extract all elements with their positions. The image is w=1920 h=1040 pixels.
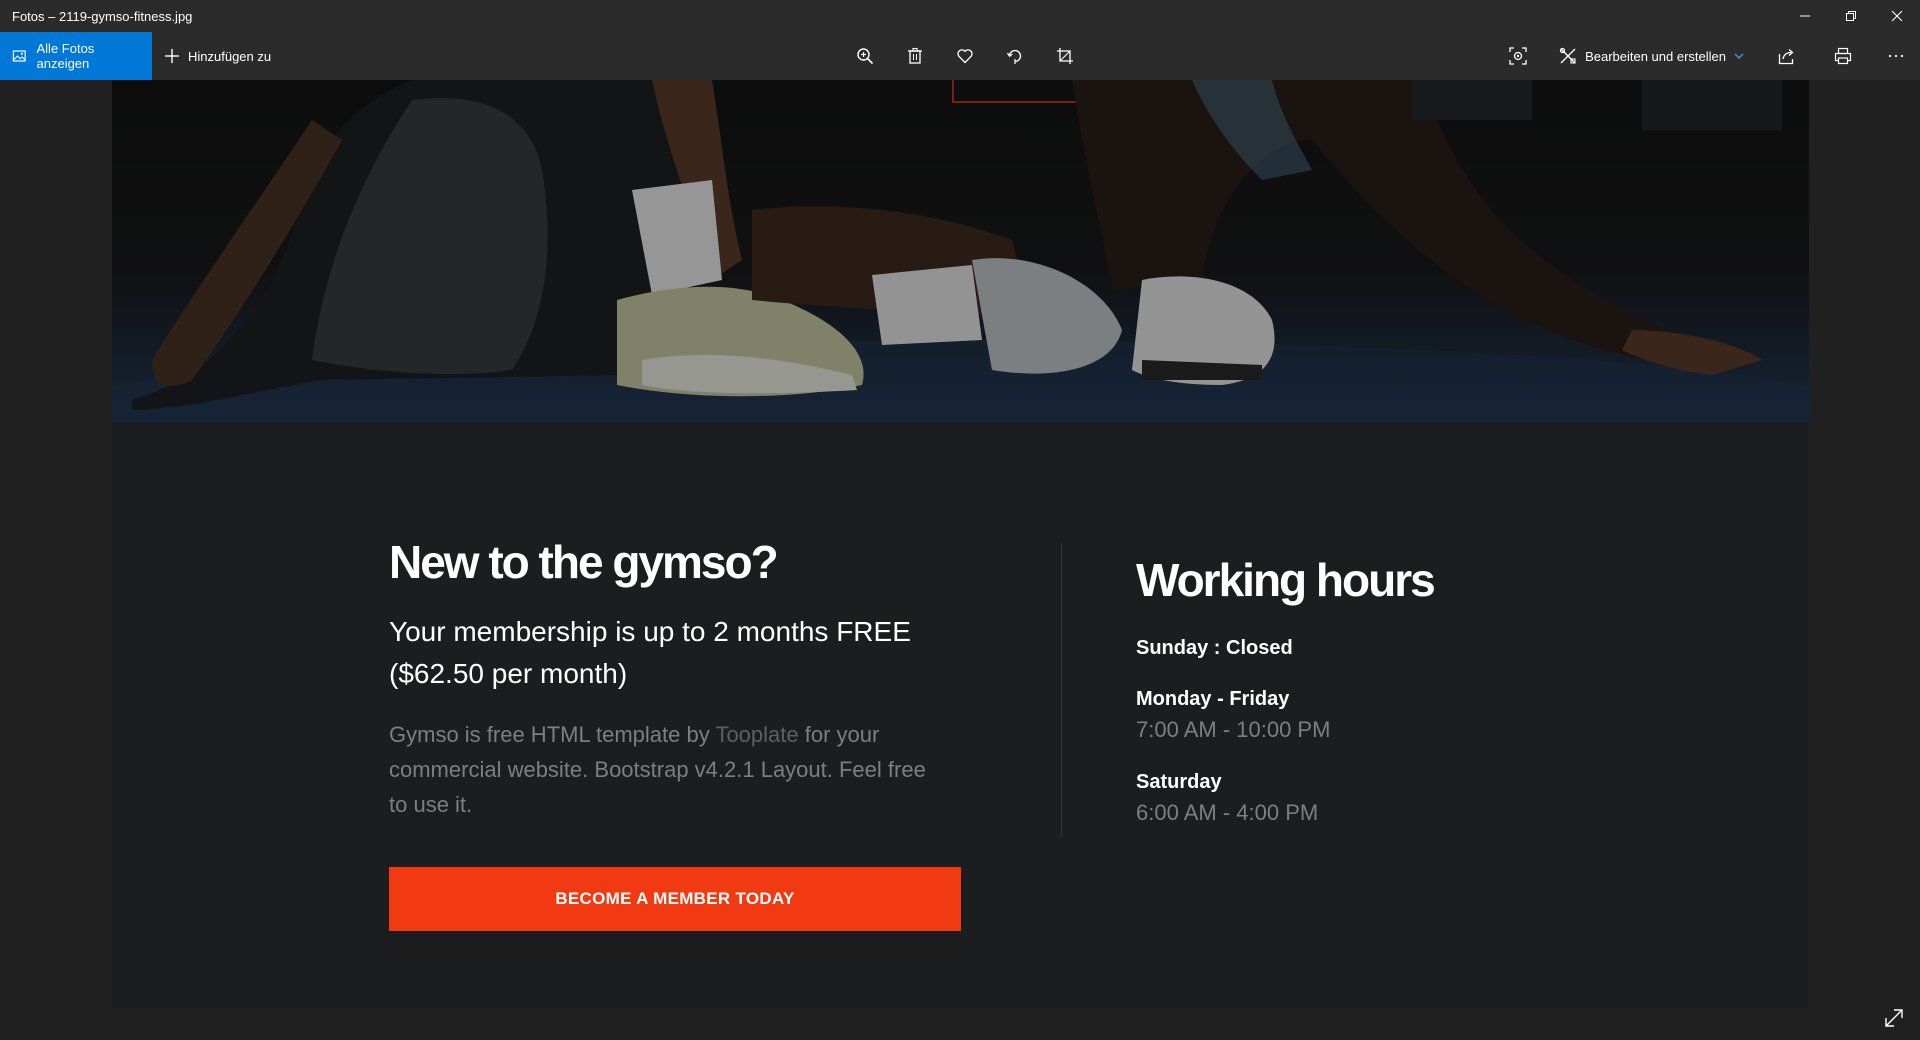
print-icon: [1834, 47, 1852, 65]
heart-icon: [957, 49, 973, 64]
rotate-button[interactable]: [990, 32, 1040, 80]
working-hours-heading: Working hours: [1136, 554, 1436, 606]
edit-create-button[interactable]: Bearbeiten und erstellen: [1543, 32, 1760, 80]
hero-photo: [112, 80, 1809, 423]
delete-button[interactable]: [890, 32, 940, 80]
displayed-photo: New to the gymso? Your membership is up …: [112, 80, 1809, 1008]
more-icon: [1888, 54, 1904, 58]
favorite-button[interactable]: [940, 32, 990, 80]
all-photos-label: Alle Fotos anzeigen: [36, 41, 95, 71]
print-button[interactable]: [1814, 32, 1872, 80]
all-photos-button[interactable]: Alle Fotos anzeigen: [0, 32, 152, 80]
restore-icon: [1846, 11, 1856, 21]
new-to-gymso-heading: New to the gymso?: [389, 536, 779, 588]
delete-icon: [908, 47, 922, 64]
become-member-button: BECOME A MEMBER TODAY: [389, 867, 961, 931]
template-description: Gymso is free HTML template by Tooplate …: [389, 717, 949, 822]
zoom-button[interactable]: [840, 32, 890, 80]
more-button[interactable]: [1872, 32, 1920, 80]
rotate-icon: [1006, 49, 1022, 64]
chevron-down-icon: [1734, 53, 1744, 59]
plus-icon: [165, 49, 179, 63]
hours-time: 7:00 AM - 10:00 PM: [1136, 717, 1331, 742]
tooplate-link: Tooplate: [715, 722, 799, 747]
hours-row: Monday - Friday 7:00 AM - 10:00 PM: [1136, 688, 1636, 743]
app-toolbar: Alle Fotos anzeigen Hinzufügen zu Bearbe…: [0, 32, 1920, 80]
minimize-button[interactable]: [1782, 0, 1828, 32]
add-to-button[interactable]: Hinzufügen zu: [152, 32, 271, 80]
membership-column: New to the gymso? Your membership is up …: [389, 535, 969, 822]
gym-floor-illustration: [112, 80, 1809, 423]
visual-search-button[interactable]: [1493, 32, 1543, 80]
share-button[interactable]: [1760, 32, 1814, 80]
close-icon: [1891, 10, 1903, 22]
working-hours-column: Working hours Sunday : Closed Monday - F…: [1136, 553, 1636, 826]
edit-create-label: Bearbeiten und erstellen: [1585, 48, 1726, 64]
hours-day: Monday - Friday: [1136, 688, 1290, 710]
restore-button[interactable]: [1828, 0, 1874, 32]
zoom-icon: [857, 48, 874, 65]
hours-row: Saturday 6:00 AM - 4:00 PM: [1136, 771, 1636, 826]
membership-offer-text: Your membership is up to 2 months FREE (…: [389, 616, 911, 689]
crop-icon: [1057, 48, 1073, 64]
hours-day: Saturday: [1136, 771, 1222, 793]
edit-icon: [1559, 47, 1576, 64]
hours-time: 6:00 AM - 4:00 PM: [1136, 800, 1319, 825]
become-member-label: BECOME A MEMBER TODAY: [555, 889, 795, 908]
crop-button[interactable]: [1040, 32, 1090, 80]
expand-icon: [1885, 1009, 1903, 1027]
add-to-label: Hinzufügen zu: [188, 48, 272, 64]
title-bar: Fotos – 2119-gymso-fitness.jpg: [0, 0, 1920, 32]
toolbar-right-group: Bearbeiten und erstellen: [1493, 32, 1920, 80]
hours-day: Sunday : Closed: [1136, 637, 1293, 659]
photos-icon: [12, 50, 26, 62]
visual-search-icon: [1509, 47, 1527, 65]
fullscreen-button[interactable]: [1882, 1006, 1906, 1030]
window-title: Fotos – 2119-gymso-fitness.jpg: [12, 8, 193, 24]
column-divider: [1061, 543, 1062, 837]
minimize-icon: [1800, 15, 1810, 17]
toolbar-center-group: [840, 32, 1090, 80]
description-text-start: Gymso is free HTML template by: [389, 722, 716, 747]
image-viewer[interactable]: New to the gymso? Your membership is up …: [0, 80, 1920, 1040]
close-button[interactable]: [1874, 0, 1920, 32]
share-icon: [1778, 49, 1794, 65]
membership-section: New to the gymso? Your membership is up …: [112, 423, 1809, 1008]
hours-row: Sunday : Closed: [1136, 637, 1636, 660]
